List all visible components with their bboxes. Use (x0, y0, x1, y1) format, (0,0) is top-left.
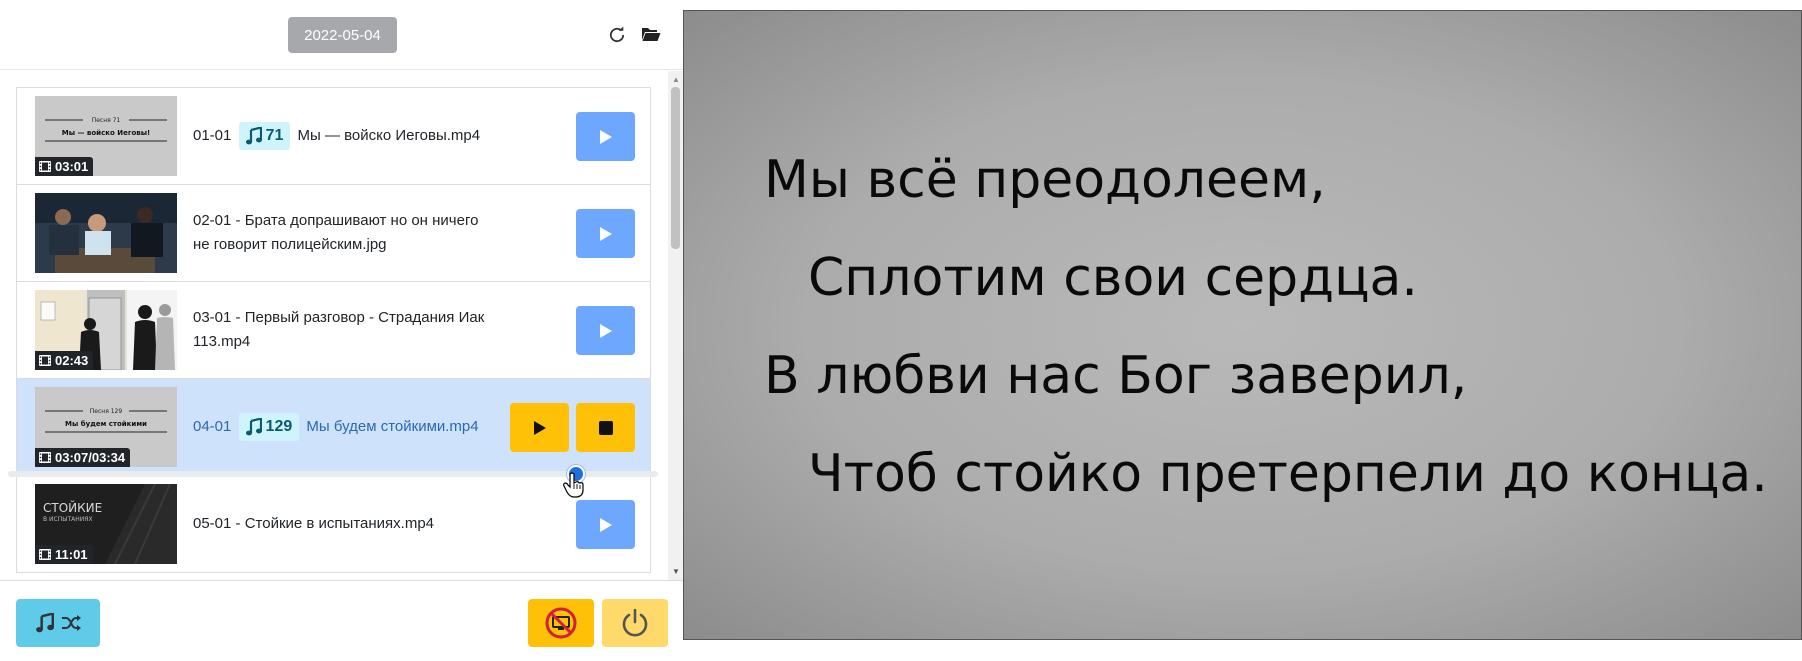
thumb-heading: СТОЙКИЕ (43, 500, 102, 515)
bottom-toolbar (0, 580, 683, 661)
song-number-badge: 71 (238, 122, 291, 150)
lyrics-line: Чтоб стойко претерпели до конца. (808, 444, 1768, 504)
media-title: 01-01 71 Мы — войско Иеговы.mp4 (193, 122, 498, 150)
scrollbar-thumb[interactable] (671, 87, 680, 249)
media-title-text: - Брата допрашивают но он ничего не гово… (193, 212, 479, 253)
folder-open-icon[interactable] (641, 25, 661, 43)
media-title: 03-01 - Первый разговор - Страдания Иак … (193, 306, 498, 354)
music-note-icon (245, 418, 262, 436)
thumb-title: В ИСПЫТАНИЯХ (43, 516, 93, 523)
seek-slider-track[interactable] (8, 471, 658, 477)
song-number-badge: 129 (238, 413, 300, 441)
duration-badge: 03:07/03:34 (35, 448, 131, 467)
lyrics-line: Мы всё преодолеем, (764, 150, 1326, 210)
film-icon (39, 161, 51, 172)
media-list: Песня 71 Мы — войско Иеговы! 03:01 01-01 (16, 87, 651, 573)
duration-text: 03:07/03:34 (55, 450, 126, 465)
hide-screen-button[interactable] (528, 599, 594, 647)
stop-button[interactable] (576, 403, 635, 452)
duration-text: 11:01 (55, 547, 88, 562)
playlist-scroll-area: Песня 71 Мы — войско Иеговы! 03:01 01-01 (0, 71, 683, 580)
film-icon (39, 549, 51, 560)
film-icon (39, 355, 51, 366)
toolbar: 2022-05-04 (0, 0, 683, 70)
play-button[interactable] (576, 112, 635, 161)
song-number: 129 (265, 418, 293, 435)
monitor-off-icon (545, 607, 577, 639)
scroll-down-arrow[interactable]: ▼ (672, 567, 680, 576)
thumb-heading: Песня 71 (92, 117, 121, 124)
power-button[interactable] (602, 599, 668, 647)
media-title: 02-01 - Брата допрашивают но он ничего н… (193, 209, 498, 257)
power-icon (622, 608, 648, 637)
play-icon (599, 323, 612, 338)
lyrics-display: Мы всё преодолеем, Сплотим свои сердца. … (683, 10, 1802, 640)
media-title: 04-01 129 Мы будем стойкими.mp4 (193, 413, 498, 441)
duration-text: 03:01 (55, 159, 89, 174)
media-title: 05-01 - Стойкие в испытаниях.mp4 (193, 512, 498, 536)
scroll-up-arrow[interactable]: ▲ (672, 75, 680, 84)
media-title-text: - Стойкие в испытаниях.mp4 (235, 515, 435, 532)
film-icon (39, 452, 51, 463)
thumb-title: Мы — войско Иеговы! (62, 129, 150, 137)
media-item[interactable]: 02:43 03-01 - Первый разговор - Страдани… (17, 282, 650, 379)
media-code: 02-01 (193, 212, 232, 229)
playlist-panel: 2022-05-04 Песня 71 Мы — войско Иеговы! … (0, 0, 683, 661)
media-item[interactable]: Песня 71 Мы — войско Иеговы! 03:01 01-01 (17, 88, 650, 185)
media-title-text: Мы — войско Иеговы.mp4 (297, 126, 481, 144)
play-button[interactable] (510, 403, 569, 452)
media-code: 01-01 (193, 126, 232, 144)
play-button[interactable] (576, 306, 635, 355)
lyrics-line: В любви нас Бог заверил, (764, 346, 1468, 406)
duration-text: 02:43 (55, 353, 89, 368)
play-icon (533, 420, 546, 435)
shuffle-songs-button[interactable] (16, 599, 100, 647)
play-icon (599, 129, 612, 144)
media-item-active[interactable]: Песня 129 Мы будем стойкими 03:07/03:34 … (17, 379, 650, 476)
media-code: 05-01 (193, 515, 232, 532)
play-icon (599, 517, 612, 532)
play-button[interactable] (576, 209, 635, 258)
media-code: 03-01 (193, 309, 232, 326)
lyrics-text: Мы всё преодолеем, Сплотим свои сердца. … (764, 131, 1768, 523)
media-thumbnail (35, 193, 177, 273)
media-thumbnail: СТОЙКИЕ В ИСПЫТАНИЯХ 11:01 (35, 484, 177, 564)
play-button[interactable] (576, 500, 635, 549)
media-item[interactable]: 02-01 - Брата допрашивают но он ничего н… (17, 185, 650, 282)
duration-badge: 11:01 (35, 545, 93, 564)
duration-badge: 03:01 (35, 157, 94, 176)
stop-icon (598, 420, 613, 435)
lyrics-line: Сплотим свои сердца. (808, 248, 1418, 308)
shuffle-icon (62, 615, 81, 631)
thumb-title: Мы будем стойкими (65, 420, 147, 428)
refresh-icon[interactable] (608, 26, 626, 44)
app-window: 2022-05-04 Песня 71 Мы — войско Иеговы! … (0, 0, 1802, 661)
thumb-heading: Песня 129 (90, 408, 123, 415)
date-button[interactable]: 2022-05-04 (288, 17, 397, 53)
song-number: 71 (265, 127, 284, 144)
media-title-text: - Первый разговор - Страдания Иак 113.mp… (193, 309, 485, 350)
duration-badge: 02:43 (35, 351, 94, 370)
hand-cursor-icon (563, 472, 584, 498)
playlist-scrollbar[interactable]: ▲ ▼ (668, 71, 683, 580)
media-thumbnail: Песня 129 Мы будем стойкими 03:07/03:34 (35, 387, 177, 467)
media-thumbnail: 02:43 (35, 290, 177, 370)
media-title-text: Мы будем стойкими.mp4 (306, 417, 479, 435)
media-item[interactable]: СТОЙКИЕ В ИСПЫТАНИЯХ 11:01 05-01 - Стойк… (17, 476, 650, 573)
play-icon (599, 226, 612, 241)
media-thumbnail: Песня 71 Мы — войско Иеговы! 03:01 (35, 96, 177, 176)
media-code: 04-01 (193, 417, 232, 435)
music-note-icon (36, 613, 55, 633)
music-note-icon (245, 127, 262, 145)
